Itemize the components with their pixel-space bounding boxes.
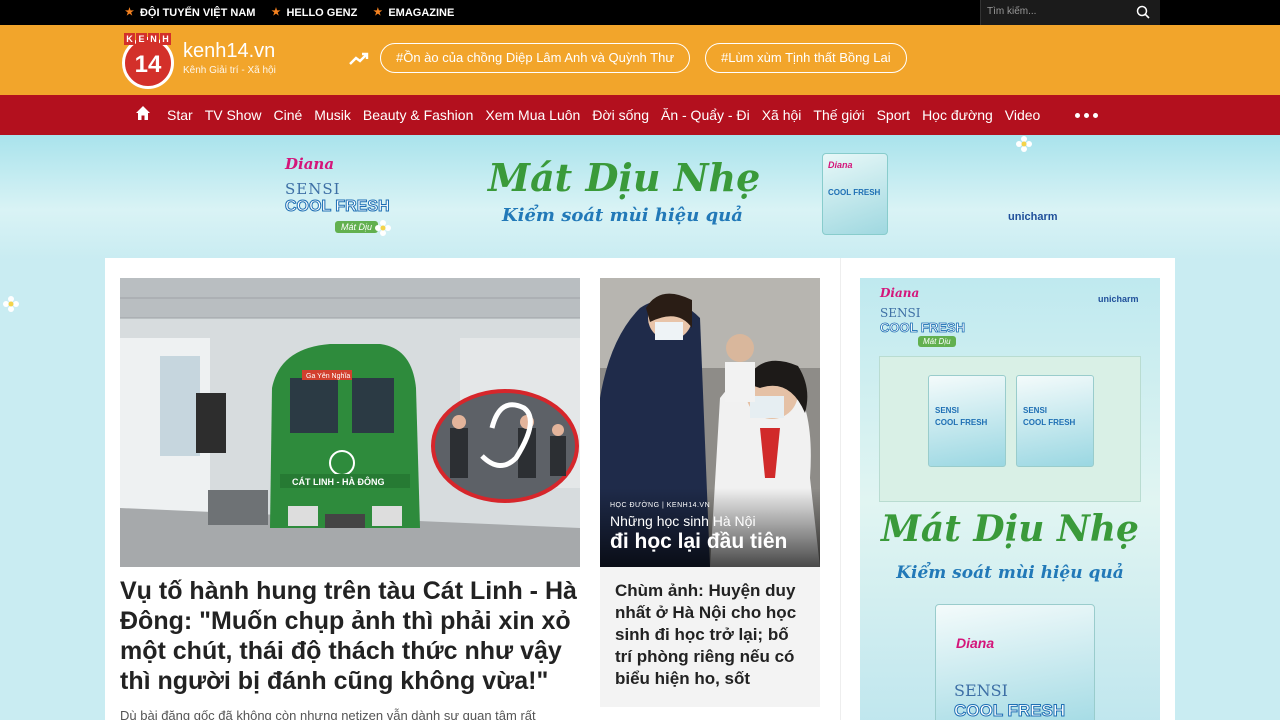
lead-story-sapo: Dù bài đăng gốc đã không còn nhưng netiz… [120, 708, 536, 720]
banner-headline: Mát Dịu Nhẹ [488, 155, 761, 200]
nav-item-hoc-duong[interactable]: Học đường [922, 107, 993, 123]
top-link-emagazine[interactable]: ★ EMAGAZINE [373, 7, 454, 19]
top-link-doi-tuyen[interactable]: ★ ĐỘI TUYỂN VIỆT NAM [125, 7, 255, 19]
top-link-label: HELLO GENZ [286, 6, 358, 19]
side-ad-product-panel: SENSI COOL FRESH SENSI COOL FRESH [879, 356, 1141, 502]
more-menu-icon[interactable] [1075, 113, 1098, 118]
banner-badge: Mát Dịu [335, 221, 379, 233]
nav-item-musik[interactable]: Musik [314, 107, 351, 123]
main-nav: Star TV Show Ciné Musik Beauty & Fashion… [0, 95, 1280, 135]
pack-line: COOL FRESH [1023, 418, 1076, 427]
side-ad-headline: Mát Dịu Nhẹ [881, 508, 1139, 550]
top-banner-ad[interactable]: Diana SENSI COOL FRESH Mát Dịu Mát Dịu N… [0, 135, 1280, 312]
nav-item-star[interactable]: Star [167, 107, 193, 123]
pack-line: SENSI [935, 406, 960, 415]
nav-items: Star TV Show Ciné Musik Beauty & Fashion… [167, 95, 1040, 135]
side-banner-ad[interactable]: Diana SENSI COOL FRESH Mát Dịu unicharm … [860, 278, 1160, 720]
top-link-label: ĐỘI TUYỂN VIỆT NAM [139, 6, 256, 19]
top-link-label: EMAGAZINE [388, 6, 455, 19]
flower-icon [375, 220, 391, 236]
search-box [980, 0, 1160, 25]
nav-item-video[interactable]: Video [1005, 107, 1041, 123]
lead-story-title[interactable]: Vụ tố hành hung trên tàu Cát Linh - Hà Đ… [120, 576, 580, 696]
lead-story-photo[interactable]: Ga Yên Nghĩa CÁT LINH - HÀ ĐÔNG [120, 278, 580, 567]
product-pack-image: SENSI COOL FRESH [1016, 375, 1094, 467]
photo-caption-line1: Những học sinh Hà Nội [610, 513, 756, 529]
product-pack-image: Diana COOL FRESH [822, 153, 888, 235]
side-ad-subline: Kiểm soát mùi hiệu quả [896, 563, 1124, 583]
pack-brand: Diana [828, 160, 853, 170]
nav-item-tv-show[interactable]: TV Show [205, 107, 262, 123]
second-story-title[interactable]: Chùm ảnh: Huyện duy nhất ở Hà Nội cho họ… [615, 580, 810, 690]
side-ad-large-pack: Diana SENSI COOL FRESH [935, 604, 1095, 720]
pack-line: COOL FRESH [828, 188, 881, 197]
logo-kenh: K E N H [124, 33, 171, 45]
top-links: ★ ĐỘI TUYỂN VIỆT NAM ★ HELLO GENZ ★ EMAGAZI… [125, 0, 454, 25]
side-ad-line1: SENSI [880, 306, 921, 320]
site-logo[interactable]: K E N H 14 [122, 33, 176, 89]
banner-brand: Diana [285, 155, 335, 173]
metro-train-photo: Ga Yên Nghĩa CÁT LINH - HÀ ĐÔNG [120, 278, 580, 567]
logo-number: 14 [134, 51, 162, 78]
side-ad-brand: Diana [880, 286, 920, 300]
column-divider [840, 258, 841, 720]
banner-subline: Kiểm soát mùi hiệu quả [502, 205, 743, 226]
train-side-label: CÁT LINH - HÀ ĐÔNG [292, 476, 385, 487]
nav-item-beauty-fashion[interactable]: Beauty & Fashion [363, 107, 474, 123]
site-tagline: Kênh Giải trí - Xã hội [183, 65, 276, 76]
star-icon: ★ [373, 7, 383, 18]
pack-line: SENSI [954, 681, 1008, 700]
site-name[interactable]: kenh14.vn [183, 40, 275, 63]
site-header: K E N H 14 kenh14.vn Kênh Giải trí - Xã … [0, 25, 1280, 95]
nav-item-the-gioi[interactable]: Thế giới [813, 107, 864, 123]
nav-item-sport[interactable]: Sport [877, 107, 910, 123]
train-screen-label: Ga Yên Nghĩa [306, 373, 350, 380]
star-icon: ★ [271, 7, 281, 18]
logo-letter: N [148, 33, 159, 45]
pack-line: COOL FRESH [935, 418, 988, 427]
banner-line1: SENSI [285, 180, 341, 198]
nav-item-an-quay-di[interactable]: Ăn - Quẩy - Đi [661, 107, 750, 123]
home-icon[interactable] [135, 105, 151, 121]
logo-letter: H [160, 33, 171, 45]
trending-tag[interactable]: #Ồn ào của chồng Diệp Lâm Anh và Quỳnh T… [380, 43, 691, 73]
pack-line: SENSI [1023, 406, 1048, 415]
logo-letter: E [136, 33, 147, 45]
search-icon[interactable] [1136, 5, 1150, 19]
side-ad-badge: Mát Dịu [918, 336, 956, 347]
nav-item-xa-hoi[interactable]: Xã hội [762, 107, 802, 123]
photo-category-label: HỌC ĐƯỜNG | KENH14.VN [610, 502, 711, 509]
banner-maker-logo: unicharm [1008, 211, 1058, 223]
flower-icon [1016, 136, 1032, 152]
product-pack-image: SENSI COOL FRESH [928, 375, 1006, 467]
pack-brand: Diana [956, 635, 995, 651]
flower-icon [3, 296, 19, 312]
nav-item-cine[interactable]: Ciné [274, 107, 303, 123]
photo-caption-line2: đi học lại đầu tiên [610, 530, 788, 553]
side-ad-maker: unicharm [1098, 294, 1139, 304]
pack-line: COOL FRESH [953, 701, 1066, 720]
star-icon: ★ [125, 7, 134, 18]
search-input[interactable] [987, 6, 1127, 17]
top-link-hello-genz[interactable]: ★ HELLO GENZ [271, 7, 357, 19]
trending-tag[interactable]: #Lùm xùm Tịnh thất Bồng Lai [705, 43, 907, 73]
nav-item-doi-song[interactable]: Đời sống [592, 107, 649, 123]
nav-item-xem-mua-luon[interactable]: Xem Mua Luôn [485, 107, 580, 123]
side-ad-line2: COOL FRESH [880, 320, 966, 336]
trending-icon [349, 52, 369, 65]
top-bar: ★ ĐỘI TUYỂN VIỆT NAM ★ HELLO GENZ ★ EMAGAZI… [0, 0, 1280, 25]
banner-line2: COOL FRESH [285, 198, 391, 216]
logo-letter: K [124, 33, 135, 45]
